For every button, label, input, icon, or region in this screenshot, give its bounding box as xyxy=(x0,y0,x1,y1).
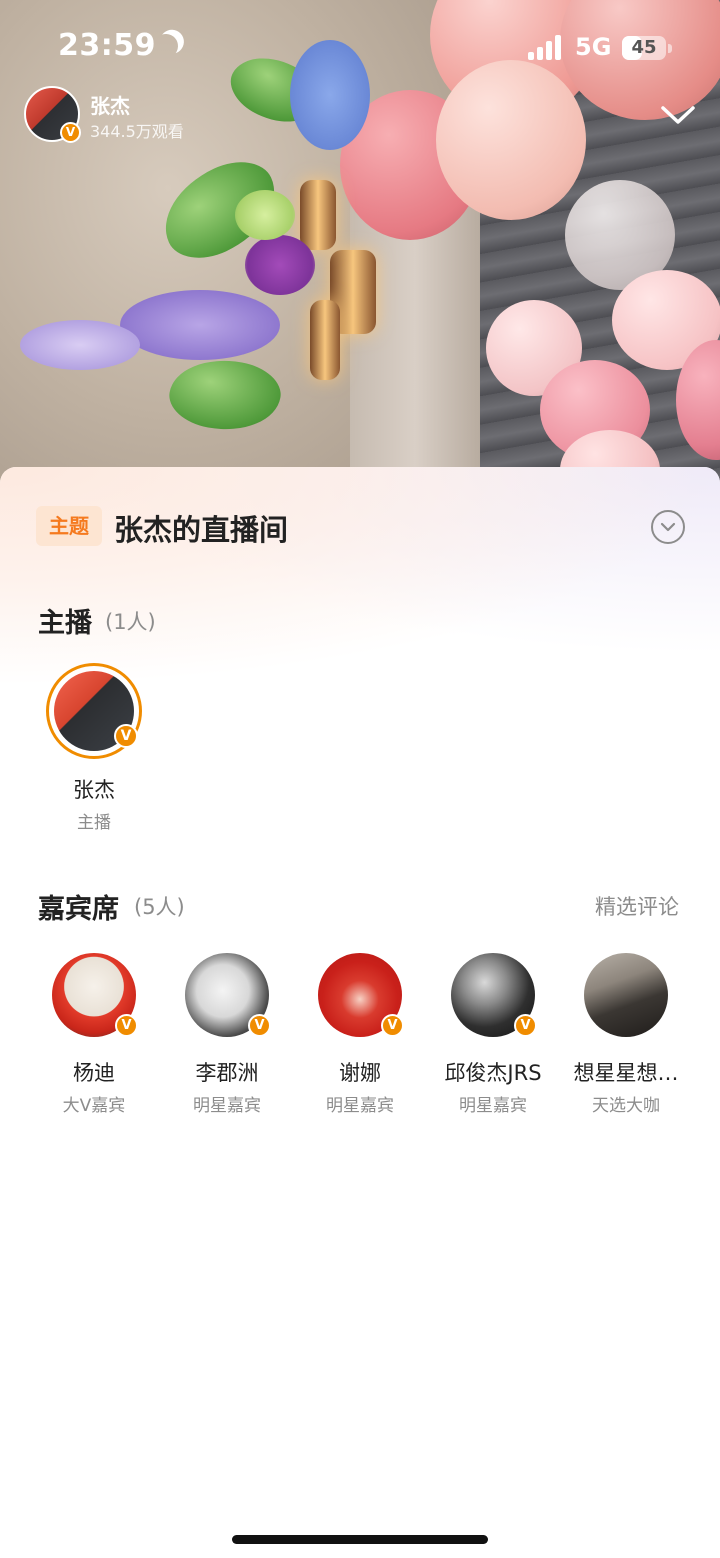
guest-role: 天选大咖 xyxy=(592,1096,660,1116)
topic-tag: 主题 xyxy=(36,506,102,546)
host-name: 张杰 xyxy=(90,94,130,118)
guest-card[interactable]: V 谢娜 明星嘉宾 xyxy=(290,953,430,1123)
clock: 23:59 xyxy=(58,28,156,63)
chevron-circle-icon[interactable] xyxy=(651,510,685,544)
verified-v-icon: V xyxy=(60,122,81,143)
guest-name: 想星星想… xyxy=(573,1061,679,1085)
verified-v-icon: V xyxy=(114,724,138,748)
guest-name: 李郡洲 xyxy=(195,1061,259,1085)
home-indicator[interactable] xyxy=(232,1535,488,1544)
candle xyxy=(300,180,336,250)
guest-name: 谢娜 xyxy=(339,1061,381,1085)
live-video-background[interactable]: 23:59 5G 45 V 张杰 344.5万观看 xyxy=(0,0,720,500)
hosts-section-title: 主播 xyxy=(38,608,92,639)
viewer-count: 344.5万观看 xyxy=(90,122,184,141)
flower xyxy=(245,235,315,295)
verified-v-icon: V xyxy=(381,1014,404,1037)
status-bar: 23:59 5G 45 xyxy=(0,0,720,90)
guest-role: 大V嘉宾 xyxy=(62,1096,126,1116)
sheet-gradient xyxy=(0,467,720,687)
guest-name: 杨迪 xyxy=(73,1061,115,1085)
host-card-role: 主播 xyxy=(77,813,111,833)
flower xyxy=(120,290,280,360)
guest-card[interactable]: V 李郡洲 明星嘉宾 xyxy=(157,953,297,1123)
chevron-down-icon[interactable] xyxy=(660,100,696,130)
guest-card[interactable]: V 杨迪 大V嘉宾 xyxy=(24,953,164,1123)
guest-name: 邱俊杰JRS xyxy=(444,1061,542,1085)
guest-role: 明星嘉宾 xyxy=(326,1096,394,1116)
candle xyxy=(310,300,340,380)
verified-v-icon: V xyxy=(248,1014,271,1037)
guest-card[interactable]: 想星星想… 天选大咖 xyxy=(556,953,696,1123)
hosts-count: (1人) xyxy=(105,610,156,634)
battery-level: 45 xyxy=(631,37,657,58)
avatar[interactable] xyxy=(584,953,668,1037)
guest-role: 明星嘉宾 xyxy=(193,1096,261,1116)
live-info-sheet: 主题 张杰的直播间 主播 (1人) V 张杰 主播 嘉宾席 (5人) 精选评论 … xyxy=(0,467,720,1558)
battery-nub xyxy=(668,44,672,53)
guest-card[interactable]: V 邱俊杰JRS 明星嘉宾 xyxy=(423,953,563,1123)
network-type: 5G xyxy=(575,33,612,61)
flower xyxy=(235,190,295,240)
verified-v-icon: V xyxy=(514,1014,537,1037)
flower xyxy=(20,320,140,370)
verified-v-icon: V xyxy=(115,1014,138,1037)
guests-section-title: 嘉宾席 xyxy=(38,894,119,925)
featured-comments-link[interactable]: 精选评论 xyxy=(595,891,679,921)
host-card-name: 张杰 xyxy=(73,778,115,802)
guest-role: 明星嘉宾 xyxy=(459,1096,527,1116)
battery-icon: 45 xyxy=(622,36,666,60)
guests-count: (5人) xyxy=(134,895,185,919)
signal-icon xyxy=(528,34,564,60)
live-host-chip[interactable]: V 张杰 344.5万观看 xyxy=(22,86,212,144)
topic-title: 张杰的直播间 xyxy=(114,513,289,547)
